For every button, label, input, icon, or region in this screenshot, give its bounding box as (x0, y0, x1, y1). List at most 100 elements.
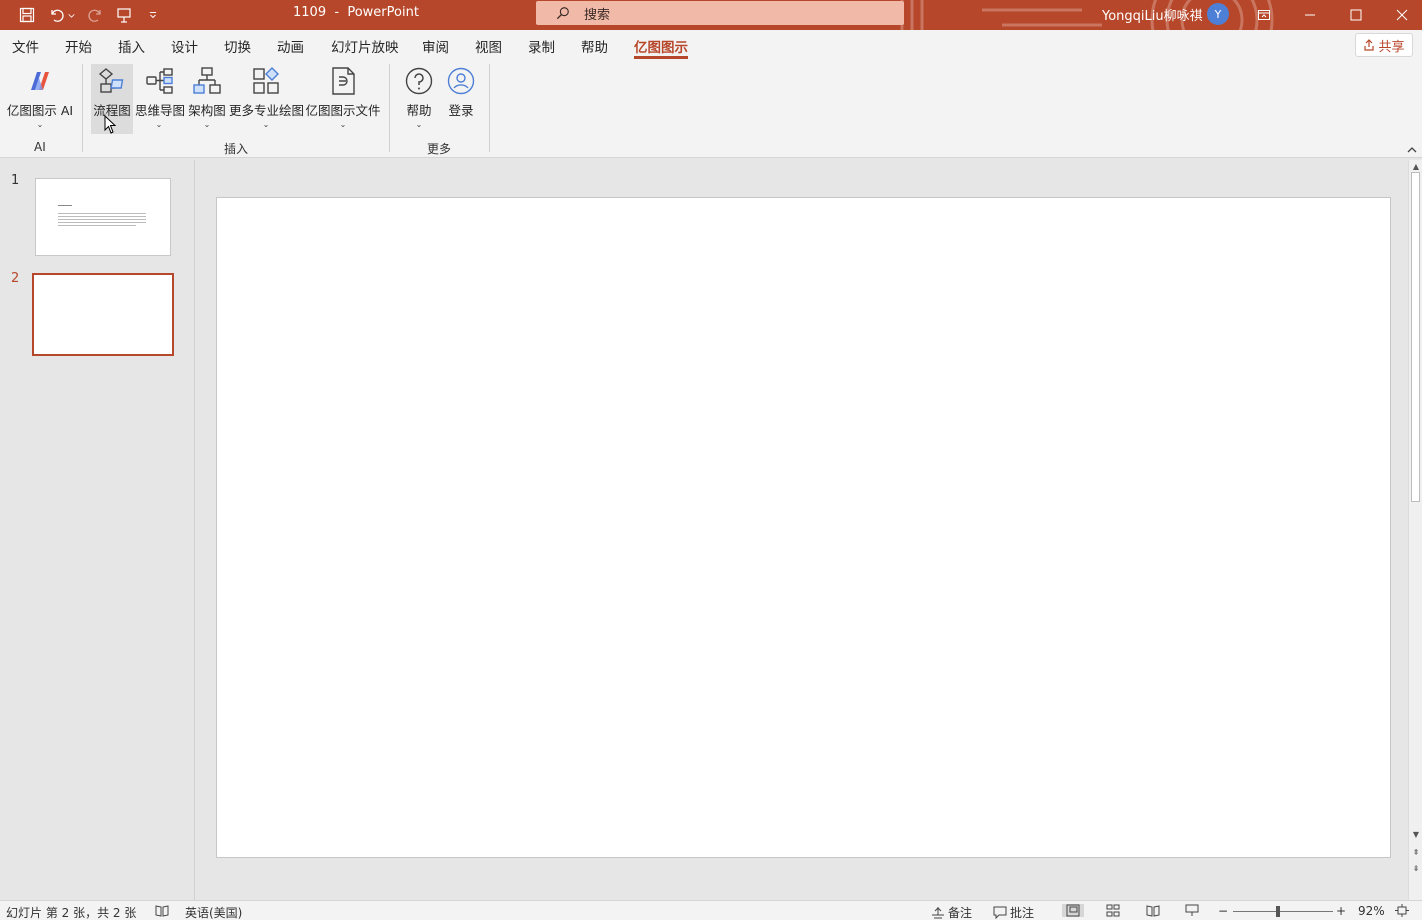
start-slideshow-button[interactable] (113, 4, 135, 26)
tab-animations[interactable]: 动画 (277, 36, 304, 56)
chevron-down-icon: ⌄ (155, 120, 163, 129)
normal-view-icon (1066, 904, 1080, 917)
edraw-file-button[interactable]: 亿图图示文件 ⌄ (305, 64, 381, 134)
search-icon (556, 7, 569, 20)
presentation-icon (1185, 904, 1199, 916)
org-chart-icon (193, 67, 221, 94)
maximize-button[interactable] (1333, 0, 1379, 30)
scrollbar-thumb[interactable] (1411, 172, 1420, 502)
org-chart-button[interactable]: 架构图 ⌄ (187, 64, 227, 134)
scroll-up-icon[interactable]: ▲ (1411, 162, 1421, 172)
vertical-scrollbar[interactable]: ▲ ▼ ⇞ ⇟ (1408, 160, 1422, 900)
slide-sorter-button[interactable] (1106, 904, 1120, 917)
tab-design[interactable]: 设计 (171, 36, 198, 56)
thumbnail-text-line (58, 216, 146, 217)
customize-icon (149, 12, 157, 19)
next-slide-icon[interactable]: ⇟ (1411, 864, 1421, 874)
tab-edraw[interactable]: 亿图图示 (634, 36, 688, 59)
thumbnail-text-line (58, 219, 146, 220)
book-icon (155, 905, 169, 917)
group-label-more: 更多 (427, 142, 452, 156)
tab-review[interactable]: 审阅 (422, 36, 449, 56)
chevron-down-icon: ⌄ (415, 120, 423, 129)
notes-button[interactable]: 备注 (931, 904, 972, 920)
search-placeholder: 搜索 (584, 7, 611, 23)
notes-label: 备注 (948, 906, 973, 920)
tab-slideshow[interactable]: 幻灯片放映 (331, 36, 399, 56)
current-slide-canvas[interactable] (216, 197, 1391, 858)
tab-transitions[interactable]: 切换 (224, 36, 251, 56)
mindmap-button[interactable]: 思维导图 ⌄ (135, 64, 185, 134)
more-diagrams-button[interactable]: 更多专业绘图 ⌄ (229, 64, 305, 134)
chevron-down-icon: ⌄ (339, 120, 347, 129)
close-icon (1396, 9, 1408, 21)
avatar[interactable]: Y (1207, 3, 1229, 25)
help-icon (405, 67, 433, 95)
normal-view-button[interactable] (1062, 904, 1084, 917)
redo-icon (88, 9, 101, 22)
previous-slide-icon[interactable]: ⇞ (1411, 848, 1421, 858)
title-separator: - (334, 5, 340, 20)
user-name[interactable]: YongqiLiu柳咏祺 (1102, 5, 1203, 24)
customize-quick-access-button[interactable] (142, 4, 164, 26)
thumbnail-text-line (58, 225, 136, 226)
user-login-icon (447, 67, 475, 95)
minimize-icon (1305, 14, 1315, 16)
slide-number: 1 (11, 173, 20, 188)
tab-file[interactable]: 文件 (12, 36, 39, 56)
close-button[interactable] (1379, 0, 1422, 30)
comments-label: 批注 (1010, 906, 1035, 920)
zoom-in-button[interactable]: + (1336, 904, 1346, 918)
slideshow-view-button[interactable] (1185, 904, 1199, 917)
tab-insert[interactable]: 插入 (118, 36, 145, 56)
scroll-down-icon[interactable]: ▼ (1411, 830, 1421, 840)
minimize-button[interactable] (1287, 0, 1333, 30)
ribbon-display-options-button[interactable] (1241, 0, 1287, 30)
redo-button[interactable] (84, 4, 106, 26)
zoom-slider-thumb[interactable] (1276, 906, 1280, 917)
help-button[interactable]: 帮助 ⌄ (402, 64, 436, 134)
more-diagrams-label: 更多专业绘图 (229, 103, 305, 118)
chevron-down-icon (67, 13, 75, 18)
thumbnail-text-line (58, 213, 146, 214)
login-button[interactable]: 登录 (444, 64, 478, 134)
undo-icon (51, 9, 64, 22)
tab-record[interactable]: 录制 (528, 36, 555, 56)
slide-thumbnail-2[interactable] (32, 273, 174, 356)
edraw-ai-icon (31, 72, 49, 90)
search-box[interactable]: 搜索 (536, 1, 904, 25)
app-name: PowerPoint (347, 5, 419, 20)
zoom-out-button[interactable]: − (1218, 904, 1228, 918)
zoom-slider-track[interactable] (1233, 911, 1333, 912)
more-diagrams-icon (253, 67, 279, 94)
tab-help[interactable]: 帮助 (581, 36, 608, 56)
fit-to-window-button[interactable] (1395, 904, 1409, 917)
mouse-cursor-icon (104, 115, 117, 134)
thumbnail-title-line (58, 205, 72, 206)
edraw-file-icon (332, 67, 355, 95)
language-indicator[interactable]: 英语(美国) (185, 904, 242, 920)
title-bar-pattern (900, 0, 1274, 30)
zoom-level[interactable]: 92% (1358, 904, 1385, 918)
chevron-down-icon: ⌄ (36, 120, 44, 129)
tab-view[interactable]: 视图 (475, 36, 502, 56)
undo-dropdown[interactable] (64, 4, 78, 26)
document-title: 1109 - PowerPoint (293, 5, 419, 20)
group-divider (82, 64, 83, 152)
save-button[interactable] (16, 4, 38, 26)
share-button[interactable]: 共享 (1355, 33, 1413, 57)
maximize-icon (1350, 9, 1362, 21)
ribbon-display-icon (1258, 10, 1270, 20)
collapse-ribbon-icon[interactable] (1406, 144, 1418, 156)
edraw-ai-button[interactable]: 亿图图示 AI ⌄ (5, 64, 75, 134)
slide-info: 幻灯片 第 2 张，共 2 张 (6, 906, 137, 920)
accessibility-check-button[interactable] (155, 904, 169, 917)
chevron-down-icon: ⌄ (262, 120, 270, 129)
slide-thumbnail-1[interactable] (35, 178, 171, 256)
group-divider (389, 64, 390, 152)
comments-button[interactable]: 批注 (993, 904, 1034, 920)
reading-view-icon (1146, 905, 1160, 917)
mindmap-icon (146, 68, 173, 94)
reading-view-button[interactable] (1146, 904, 1160, 917)
tab-home[interactable]: 开始 (65, 36, 92, 56)
